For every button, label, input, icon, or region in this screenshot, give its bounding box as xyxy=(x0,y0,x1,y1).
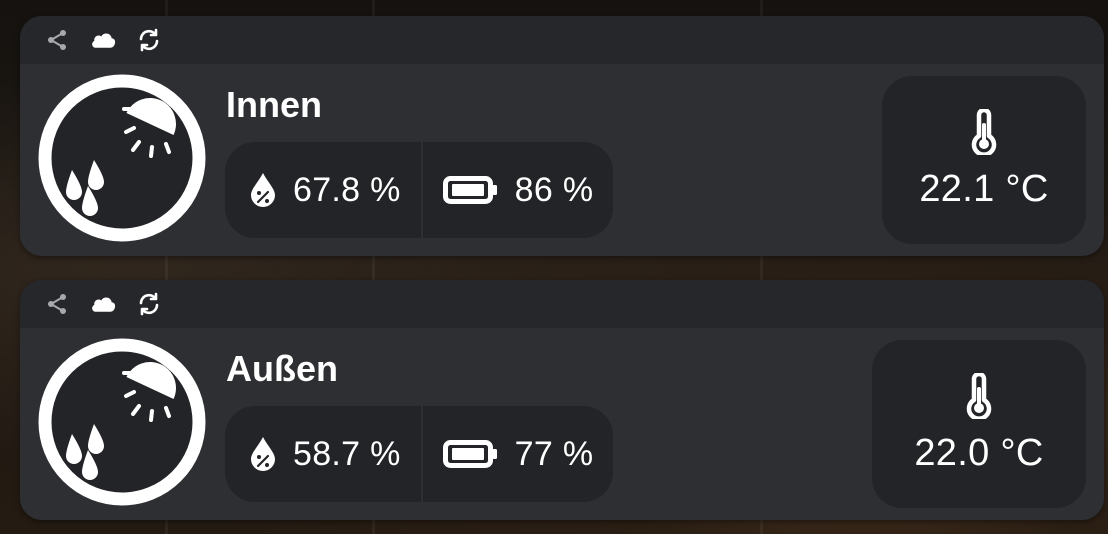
battery-icon xyxy=(442,440,497,468)
card-header xyxy=(20,280,1104,328)
weather-sun-rain-icon xyxy=(38,74,206,242)
share-icon[interactable] xyxy=(44,291,70,317)
humidity-icon xyxy=(251,173,275,207)
refresh-icon[interactable] xyxy=(136,291,162,317)
thermometer-icon xyxy=(971,109,997,155)
temperature-value: 22.0 °C xyxy=(914,432,1044,474)
humidity-value: 67.8 % xyxy=(293,171,401,209)
card-header xyxy=(20,16,1104,64)
humidity-stat[interactable]: 58.7 % xyxy=(225,406,421,502)
thermometer-icon xyxy=(966,373,992,419)
cloud-icon[interactable] xyxy=(90,291,116,317)
device-name: Außen xyxy=(226,348,338,389)
battery-value: 77 % xyxy=(514,435,594,473)
battery-value: 86 % xyxy=(514,171,594,209)
temperature-value: 22.1 °C xyxy=(919,168,1049,210)
stats-pill: 58.7 % 77 % xyxy=(225,406,614,502)
device-name: Innen xyxy=(226,84,322,125)
humidity-stat[interactable]: 67.8 % xyxy=(225,142,421,238)
sensor-card-innen[interactable]: Innen 67.8 % 86 % 22.1 °C xyxy=(20,16,1104,256)
refresh-icon[interactable] xyxy=(136,27,162,53)
battery-stat[interactable]: 77 % xyxy=(423,406,614,502)
temperature-tile[interactable]: 22.0 °C xyxy=(872,340,1086,508)
share-icon[interactable] xyxy=(44,27,70,53)
temperature-tile[interactable]: 22.1 °C xyxy=(882,76,1086,244)
battery-stat[interactable]: 86 % xyxy=(423,142,614,238)
card-body: Außen 58.7 % 77 % 22.0 °C xyxy=(20,328,1104,520)
battery-icon xyxy=(442,176,497,204)
card-body: Innen 67.8 % 86 % 22.1 °C xyxy=(20,64,1104,256)
weather-sun-rain-icon xyxy=(38,338,206,506)
stats-pill: 67.8 % 86 % xyxy=(225,142,614,238)
sensor-card-aussen[interactable]: Außen 58.7 % 77 % 22.0 °C xyxy=(20,280,1104,520)
cloud-icon[interactable] xyxy=(90,27,116,53)
humidity-icon xyxy=(251,437,275,471)
humidity-value: 58.7 % xyxy=(293,435,401,473)
